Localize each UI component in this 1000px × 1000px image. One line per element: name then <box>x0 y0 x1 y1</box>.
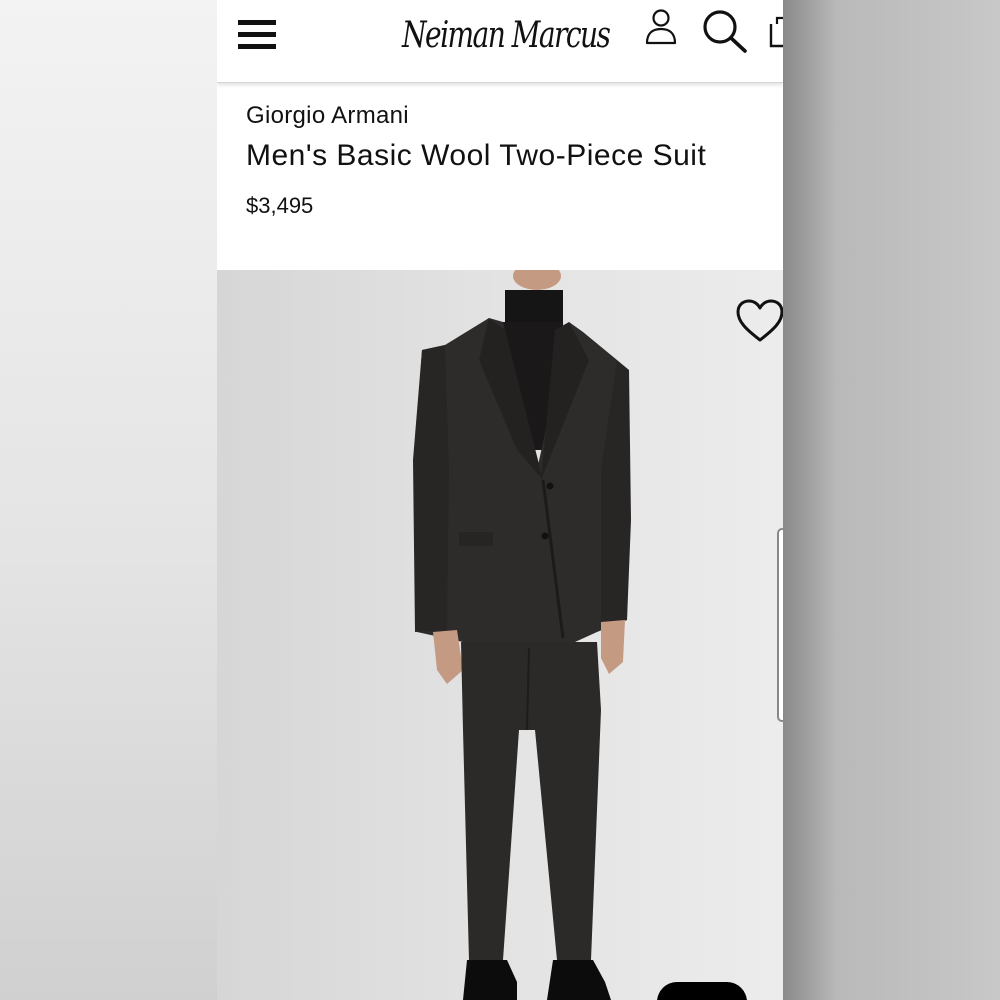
hamburger-menu-icon[interactable] <box>238 20 276 50</box>
product-page: Neiman Marcus Giorgio Armani Men's Basic… <box>217 0 783 1000</box>
floating-action-button[interactable] <box>657 982 747 1000</box>
suit-model-illustration <box>413 270 631 1000</box>
site-logo[interactable]: Neiman Marcus <box>402 0 611 72</box>
site-header: Neiman Marcus <box>217 0 783 83</box>
right-blurred-backdrop <box>783 0 1000 1000</box>
product-info: Giorgio Armani Men's Basic Wool Two-Piec… <box>246 96 766 220</box>
product-price: $3,495 <box>246 193 314 218</box>
shopping-bag-icon[interactable] <box>769 14 783 48</box>
product-image[interactable] <box>217 270 783 1000</box>
product-title: Men's Basic Wool Two-Piece Suit <box>246 139 707 172</box>
left-blurred-backdrop <box>0 0 217 1000</box>
image-scroll-indicator[interactable] <box>777 528 783 722</box>
search-icon[interactable] <box>701 8 749 54</box>
product-brand[interactable]: Giorgio Armani <box>246 96 766 136</box>
heart-icon[interactable] <box>735 298 783 346</box>
user-icon[interactable] <box>644 8 678 48</box>
